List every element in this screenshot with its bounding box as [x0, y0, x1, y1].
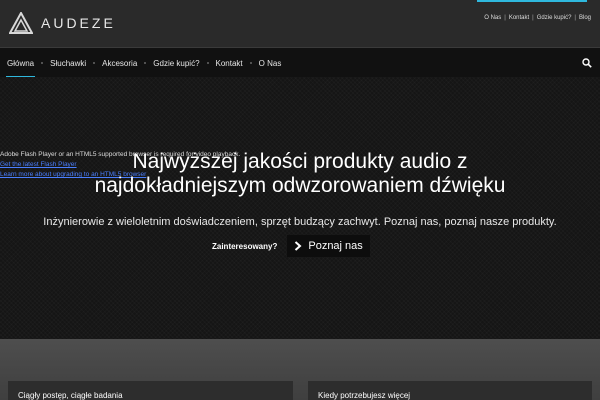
nav-item-sluchawki[interactable]: Słuchawki — [43, 48, 93, 78]
hero-subtitle: Inżynierowie z wieloletnim doświadczenie… — [43, 216, 557, 228]
nav-item-o-nas[interactable]: O Nas — [252, 48, 289, 78]
nav-item-glowna[interactable]: Główna — [0, 48, 41, 78]
lower-section: Ciągły postęp, ciągłe badania Kiedy potr… — [0, 339, 600, 400]
nav-item-kontakt[interactable]: Kontakt — [209, 48, 250, 78]
main-nav: Główna Słuchawki Akcesoria Gdzie kupić? … — [0, 47, 600, 78]
top-link-o-nas[interactable]: O Nas — [484, 15, 501, 21]
separator: | — [532, 15, 534, 21]
top-header: AUDEZE O Nas | Kontakt | Gdzie kupić? | … — [0, 0, 600, 47]
hero-section: Adobe Flash Player or an HTML5 supported… — [0, 77, 600, 339]
hero-title-line2: najdokładniejszym odwzorowaniem dźwięku — [94, 174, 506, 197]
top-link-gdzie-kupic[interactable]: Gdzie kupić? — [537, 15, 572, 21]
card-title: Kiedy potrzebujesz więcej — [318, 391, 411, 400]
top-links: O Nas | Kontakt | Gdzie kupić? | Blog — [484, 15, 591, 21]
top-link-blog[interactable]: Blog — [579, 15, 591, 21]
cta-label: Zainteresowany? — [212, 241, 278, 251]
card-kiedy-potrzebujesz[interactable]: Kiedy potrzebujesz więcej — [308, 381, 592, 400]
audeze-logo-icon — [9, 12, 33, 34]
hero-title: Najwyższej jakości produkty audio z najd… — [0, 150, 600, 198]
nav-item-akcesoria[interactable]: Akcesoria — [95, 48, 144, 78]
hero-cta: Zainteresowany? Poznaj nas — [212, 235, 370, 257]
chevron-right-icon — [295, 241, 302, 251]
accent-line — [477, 0, 587, 2]
card-ciagly-postep[interactable]: Ciągły postęp, ciągłe badania — [8, 381, 293, 400]
hero-title-line1: Najwyższej jakości produkty audio z — [132, 150, 468, 173]
top-link-kontakt[interactable]: Kontakt — [509, 15, 529, 21]
audeze-logo[interactable]: AUDEZE — [9, 12, 116, 34]
nav-item-gdzie-kupic[interactable]: Gdzie kupić? — [146, 48, 206, 78]
cta-button-label: Poznaj nas — [308, 240, 363, 252]
poznaj-nas-button[interactable]: Poznaj nas — [287, 235, 370, 257]
separator: | — [504, 15, 506, 21]
card-title: Ciągły postęp, ciągłe badania — [18, 391, 123, 400]
separator: | — [574, 15, 576, 21]
search-icon[interactable] — [582, 58, 592, 68]
logo-text: AUDEZE — [41, 15, 116, 31]
